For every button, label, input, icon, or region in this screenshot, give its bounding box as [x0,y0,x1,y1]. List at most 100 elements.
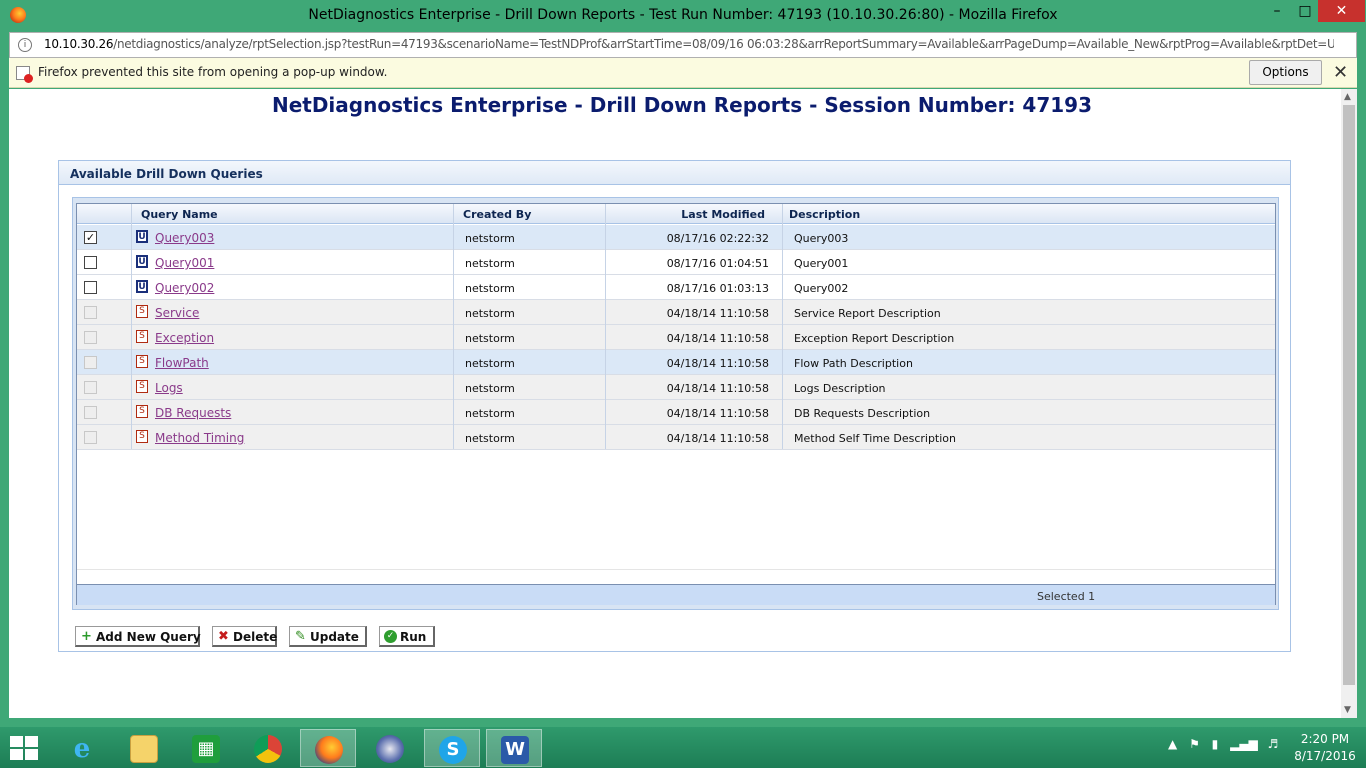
table-row[interactable]: S Logs netstorm 04/18/14 11:10:58 Logs Descr… [77,375,1275,400]
check-circle-icon: ✓ [384,630,397,643]
table-row[interactable]: U Query001 netstorm 08/17/16 01:04:51 Query0… [77,250,1275,275]
row-checkbox [84,431,97,444]
user-query-icon: U [136,280,148,293]
info-icon[interactable]: i [18,38,32,52]
last-modified-cell: 08/17/16 02:22:32 [666,232,769,245]
row-checkbox [84,306,97,319]
table-row[interactable]: S Service netstorm 04/18/14 11:10:58 Service… [77,300,1275,325]
minimize-button[interactable]: – [1262,0,1292,22]
query-name-link[interactable]: Logs [155,381,183,395]
table-row[interactable]: ✓ U Query003 netstorm 08/17/16 02:22:32 Query… [77,225,1275,250]
taskbar-store[interactable]: ▦ [178,729,234,767]
taskbar-word[interactable]: W [486,729,542,767]
last-modified-cell: 08/17/16 01:03:13 [666,282,769,295]
column-divider [131,204,132,449]
created-by-cell: netstorm [465,382,515,395]
run-button[interactable]: ✓ Run [379,626,435,647]
system-query-icon: S [136,305,148,318]
table-row[interactable]: S Exception netstorm 04/18/14 11:10:58 Excep… [77,325,1275,350]
flag-icon[interactable]: ⚑ [1189,737,1200,751]
plus-icon: + [81,629,92,644]
row-checkbox[interactable]: ✓ [84,231,97,244]
queries-grid: Query Name Created By Last Modified Desc… [76,203,1276,605]
last-modified-cell: 04/18/14 11:10:58 [666,307,769,320]
page-scrollbar[interactable]: ▲ ▼ [1341,89,1357,718]
delete-button[interactable]: ✖ Delete [212,626,277,647]
user-query-icon: U [136,230,148,243]
last-modified-cell: 04/18/14 11:10:58 [666,407,769,420]
table-row[interactable]: S DB Requests netstorm 04/18/14 11:10:58 DB … [77,400,1275,425]
description-cell: Query003 [794,232,849,245]
clock-date: 8/17/2016 [1294,749,1356,763]
taskbar-firefox[interactable] [300,729,356,767]
update-label: Update [310,630,359,644]
window-title: NetDiagnostics Enterprise - Drill Down R… [308,7,1058,23]
last-modified-cell: 04/18/14 11:10:58 [666,357,769,370]
row-checkbox[interactable] [84,281,97,294]
thunderbird-icon [376,735,404,763]
row-checkbox [84,356,97,369]
show-hidden-icons-icon[interactable]: ▲ [1168,737,1177,751]
word-icon: W [501,736,529,764]
query-name-link[interactable]: DB Requests [155,406,231,420]
close-notification-icon[interactable]: ✕ [1333,62,1348,83]
maximize-button[interactable]: □ [1290,0,1320,22]
row-checkbox [84,331,97,344]
table-row[interactable]: S Method Timing netstorm 04/18/14 11:10:58 M… [77,425,1275,450]
windows-start-icon[interactable] [10,736,38,760]
address-bar[interactable]: i 10.10.30.26/netdiagnostics/analyze/rpt… [9,32,1357,58]
panel-title: Available Drill Down Queries [59,161,1290,185]
system-tray[interactable]: ▲ ⚑ ▮ ▂▄▆ ♬ [1168,737,1278,751]
query-name-link[interactable]: FlowPath [155,356,209,370]
url-text[interactable]: 10.10.30.26/netdiagnostics/analyze/rptSe… [44,37,1334,51]
row-checkbox [84,381,97,394]
options-button[interactable]: Options [1249,60,1322,85]
header-last-modified[interactable]: Last Modified [607,208,765,221]
page-content: NetDiagnostics Enterprise - Drill Down R… [9,89,1341,718]
grid-container: Query Name Created By Last Modified Desc… [72,197,1279,610]
query-name-link[interactable]: Service [155,306,199,320]
scroll-up-icon[interactable]: ▲ [1344,92,1351,102]
network-icon[interactable]: ▂▄▆ [1230,737,1258,751]
taskbar-file-explorer[interactable] [116,729,172,767]
scroll-down-icon[interactable]: ▼ [1344,705,1351,715]
header-query-name[interactable]: Query Name [141,208,218,221]
description-cell: Logs Description [794,382,886,395]
query-name-link[interactable]: Query003 [155,231,214,245]
taskbar-clock[interactable]: 2:20 PM 8/17/2016 [1290,731,1360,765]
header-created-by[interactable]: Created By [463,208,531,221]
table-row[interactable]: U Query002 netstorm 08/17/16 01:03:13 Query0… [77,275,1275,300]
last-modified-cell: 04/18/14 11:10:58 [666,382,769,395]
taskbar-skype[interactable]: S [424,729,480,767]
store-icon: ▦ [192,735,220,763]
query-name-link[interactable]: Method Timing [155,431,244,445]
description-cell: Service Report Description [794,307,941,320]
skype-icon: S [439,736,467,764]
volume-icon[interactable]: ♬ [1268,737,1279,751]
created-by-cell: netstorm [465,332,515,345]
chrome-icon [254,735,282,763]
user-query-icon: U [136,255,148,268]
taskbar-thunderbird[interactable] [362,729,418,767]
query-name-link[interactable]: Query002 [155,281,214,295]
query-name-link[interactable]: Exception [155,331,214,345]
popup-notification-bar: Firefox prevented this site from opening… [9,58,1357,88]
scrollbar-thumb[interactable] [1343,105,1355,685]
query-name-link[interactable]: Query001 [155,256,214,270]
table-row[interactable]: S FlowPath netstorm 04/18/14 11:10:58 Flow P… [77,350,1275,375]
page-title: NetDiagnostics Enterprise - Drill Down R… [271,93,1093,117]
add-new-query-button[interactable]: + Add New Query [75,626,201,647]
taskbar-internet-explorer[interactable]: e [54,729,110,767]
description-cell: Exception Report Description [794,332,955,345]
run-label: Run [400,630,427,644]
update-button[interactable]: ✎ Update [289,626,367,647]
last-modified-cell: 04/18/14 11:10:58 [666,432,769,445]
battery-icon[interactable]: ▮ [1212,737,1219,751]
system-query-icon: S [136,330,148,343]
header-description[interactable]: Description [789,208,860,221]
created-by-cell: netstorm [465,257,515,270]
grid-divider [77,569,1275,570]
close-window-button[interactable]: ✕ [1318,0,1365,22]
taskbar-chrome[interactable] [240,729,296,767]
row-checkbox[interactable] [84,256,97,269]
